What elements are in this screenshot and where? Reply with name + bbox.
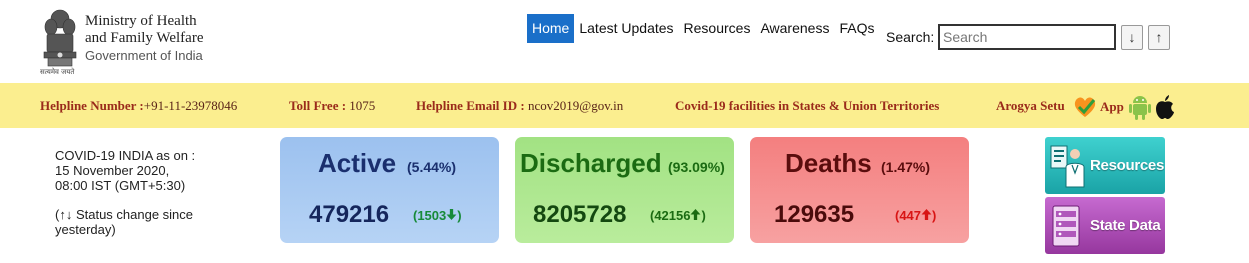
search-label: Search:	[886, 29, 935, 45]
status-date: 15 November 2020,	[55, 163, 170, 178]
sort-down-button[interactable]: ↓	[1121, 25, 1143, 50]
search-input[interactable]	[938, 24, 1116, 50]
discharged-change-value: (42156	[650, 208, 691, 223]
deaths-label: Deaths	[785, 148, 872, 178]
page: सत्यमेव जयते Ministry of Health and Fami…	[0, 0, 1249, 263]
ministry-line1: Ministry of Health	[85, 13, 197, 29]
status-note-line1: (↑↓ Status change since	[55, 207, 194, 222]
helpline-email: Helpline Email ID : ncov2019@gov.in	[416, 98, 623, 114]
helpline-number-value: +91-11-23978046	[143, 98, 238, 113]
ministry-line2: and Family Welfare	[85, 30, 204, 46]
deaths-percent: (1.47%)	[881, 159, 931, 175]
facilities-label: Covid-19 facilities in States & Union Te…	[675, 98, 940, 113]
resources-button-label: Resources	[1090, 157, 1165, 174]
discharged-card: Discharged (93.09%) 8205728 (42156)	[515, 137, 734, 243]
active-change-value: (1503	[413, 208, 447, 223]
helpline-number: Helpline Number :+91-11-23978046	[40, 98, 237, 114]
facilities-link[interactable]: Covid-19 facilities in States & Union Te…	[675, 98, 939, 114]
status-note-line2: yesterday)	[55, 222, 116, 237]
status-block: COVID-19 INDIA as on : 15 November 2020,…	[55, 148, 265, 237]
resources-doctor-icon	[1050, 145, 1085, 188]
arogya-app-links: App	[1072, 93, 1177, 121]
nav-latest-updates[interactable]: Latest Updates	[574, 14, 678, 43]
active-count: 479216	[309, 201, 390, 228]
arrow-up-icon	[921, 209, 932, 220]
deaths-card: Deaths (1.47%) 129635 (447)	[750, 137, 969, 243]
discharged-change: (42156)	[650, 208, 706, 223]
active-change: (1503)	[413, 208, 462, 223]
deaths-change: (447)	[895, 208, 937, 223]
android-icon[interactable]	[1127, 93, 1153, 121]
helpline-email-value[interactable]: ncov2019@gov.in	[528, 98, 623, 113]
state-data-icon	[1052, 205, 1080, 247]
ministry-title[interactable]: Ministry of Health and Family Welfare Go…	[85, 13, 203, 64]
discharged-label: Discharged	[520, 148, 662, 178]
emblem-motto: सत्यमेव जयते	[40, 68, 75, 76]
main-nav: Home Latest Updates Resources Awareness …	[527, 14, 879, 43]
discharged-count: 8205728	[533, 201, 627, 228]
sort-up-button[interactable]: ↑	[1148, 25, 1170, 50]
arrow-up-icon	[691, 209, 701, 220]
arogya-setu-prefix[interactable]: Arogya Setu	[996, 98, 1065, 114]
helpline-number-label: Helpline Number :	[40, 98, 144, 113]
discharged-percent: (93.09%)	[668, 159, 725, 175]
status-line1: COVID-19 INDIA as on :	[55, 148, 196, 163]
nav-home[interactable]: Home	[527, 14, 575, 43]
status-time: 08:00 IST (GMT+5:30)	[55, 178, 186, 193]
national-emblem-icon	[43, 9, 77, 67]
toll-free-label: Toll Free :	[289, 98, 347, 113]
arogya-setu-app-label: App	[1100, 99, 1124, 115]
toll-free: Toll Free : 1075	[289, 98, 375, 114]
active-percent: (5.44%)	[407, 159, 457, 175]
arogya-setu-label: Arogya Setu	[996, 98, 1065, 113]
state-data-button-label: State Data	[1090, 217, 1161, 234]
resources-button[interactable]: Resources	[1045, 137, 1165, 194]
active-cases-card: Active (5.44%) 479216 (1503)	[280, 137, 499, 243]
status-note: (↑↓ Status change since yesterday)	[55, 207, 265, 237]
state-data-button[interactable]: State Data	[1045, 197, 1165, 254]
helpline-strip: Helpline Number :+91-11-23978046 Toll Fr…	[0, 83, 1249, 128]
helpline-email-label: Helpline Email ID :	[416, 98, 525, 113]
active-label: Active	[318, 148, 397, 178]
nav-awareness[interactable]: Awareness	[755, 14, 834, 43]
arrow-down-icon	[446, 209, 457, 220]
heart-logo-icon[interactable]	[1072, 95, 1098, 119]
deaths-count: 129635	[774, 201, 855, 228]
arogya-app-word: App	[1100, 99, 1124, 114]
apple-icon[interactable]	[1153, 94, 1177, 120]
toll-free-value: 1075	[349, 98, 376, 113]
nav-faqs[interactable]: FAQs	[834, 14, 879, 43]
nav-resources[interactable]: Resources	[679, 14, 756, 43]
government-label: Government of India	[85, 48, 203, 63]
deaths-change-value: (447	[895, 208, 922, 223]
